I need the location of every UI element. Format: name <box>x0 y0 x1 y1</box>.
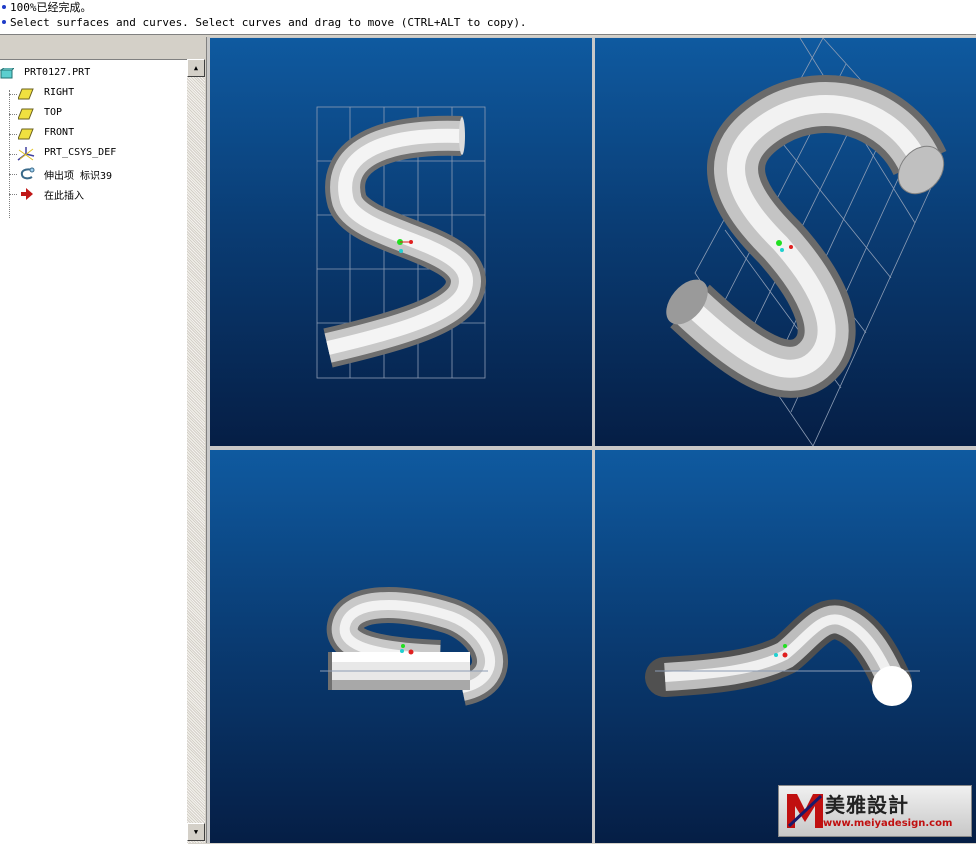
tree-connector <box>9 174 17 175</box>
model-tree-header <box>0 37 206 59</box>
bullet-icon <box>2 5 6 9</box>
tree-item-label: 伸出项 标识39 <box>44 171 113 182</box>
model-tree-panel: PRT0127.PRT RIGHT TOP FRONT PRT_CSYS_DEF… <box>0 37 207 844</box>
tree-item-label: TOP <box>44 107 63 118</box>
tree-item-label: FRONT <box>44 127 75 138</box>
model-tree: PRT0127.PRT RIGHT TOP FRONT PRT_CSYS_DEF… <box>0 59 188 844</box>
tree-item-top[interactable]: TOP <box>0 104 186 124</box>
watermark-url: www.meiyadesign.com <box>823 818 953 829</box>
datum-plane-icon <box>18 108 34 120</box>
protrusion-icon <box>20 167 35 180</box>
message-line: Select surfaces and curves. Select curve… <box>0 15 527 30</box>
tree-item-front[interactable]: FRONT <box>0 124 186 144</box>
coordinate-system-icon <box>17 147 35 161</box>
datum-plane-icon <box>18 88 34 100</box>
tree-scrollbar[interactable]: ▲ ▼ <box>187 59 205 843</box>
message-text: Select surfaces and curves. Select curve… <box>10 16 527 29</box>
viewport-isometric[interactable] <box>595 38 976 446</box>
insert-here-arrow-icon <box>21 188 33 200</box>
tree-item-part[interactable]: PRT0127.PRT <box>0 64 186 84</box>
isometric-view-model <box>666 38 947 446</box>
tree-item-label: PRT0127.PRT <box>24 67 91 78</box>
viewport-front[interactable] <box>210 38 592 446</box>
front-view-model <box>316 106 486 379</box>
part-icon <box>0 68 14 79</box>
message-text: 100%已经完成。 <box>10 1 92 14</box>
tree-connector <box>9 114 17 115</box>
tree-connector <box>9 194 17 195</box>
bullet-icon <box>2 20 6 24</box>
meiya-logo-icon <box>787 794 823 828</box>
tree-connector <box>9 94 17 95</box>
watermark-logo: 美雅設計 www.meiyadesign.com <box>778 785 972 837</box>
message-line: 100%已经完成。 <box>0 0 92 15</box>
tree-item-right[interactable]: RIGHT <box>0 84 186 104</box>
viewport-top[interactable] <box>210 450 592 843</box>
scroll-down-button[interactable]: ▼ <box>187 823 205 841</box>
tree-item-label: 在此插入 <box>44 191 84 202</box>
graphics-window[interactable] <box>207 37 976 843</box>
tree-item-label: RIGHT <box>44 87 75 98</box>
scroll-up-button[interactable]: ▲ <box>187 59 205 77</box>
watermark-name: 美雅設計 <box>825 793 909 817</box>
message-area: 100%已经完成。 Select surfaces and curves. Se… <box>0 0 976 35</box>
datum-plane-icon <box>18 128 34 140</box>
tree-connector <box>9 134 17 135</box>
tree-item-csys[interactable]: PRT_CSYS_DEF <box>0 144 186 164</box>
tree-item-protrusion[interactable]: 伸出项 标识39 <box>0 164 186 184</box>
tree-item-insert-here[interactable]: 在此插入 <box>0 184 186 204</box>
top-view-model <box>320 587 508 706</box>
tree-item-label: PRT_CSYS_DEF <box>44 147 117 158</box>
